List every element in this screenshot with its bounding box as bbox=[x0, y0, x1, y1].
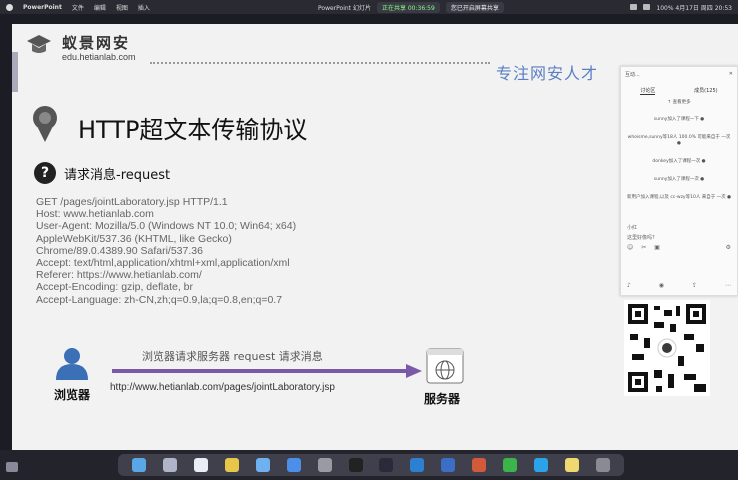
settings-icon[interactable] bbox=[317, 458, 332, 472]
user-icon bbox=[56, 348, 88, 380]
chat-message: sunny加入了课程一下 ● bbox=[653, 117, 705, 122]
mic-icon[interactable]: ♪ bbox=[627, 282, 631, 289]
ppt-icon[interactable] bbox=[472, 458, 487, 472]
view-more-button[interactable]: ↑ 查看更多 bbox=[621, 99, 737, 105]
finder-icon[interactable] bbox=[132, 458, 147, 472]
screen-icon[interactable] bbox=[6, 462, 18, 472]
word-icon[interactable] bbox=[441, 458, 456, 472]
qr-code-icon bbox=[624, 300, 710, 396]
request-line: AppleWebKit/537.36 (KHTML, like Gecko) bbox=[36, 232, 232, 245]
tab-members[interactable]: 成员(125) bbox=[694, 87, 717, 95]
clock-text[interactable]: 100% 4月17日 周四 20:53 bbox=[656, 3, 732, 12]
logo-name: 蚁景网安 bbox=[62, 34, 131, 52]
menu-edit[interactable]: 编辑 bbox=[94, 3, 106, 12]
scissors-icon[interactable]: ✂ bbox=[641, 244, 646, 251]
arrow-right-icon bbox=[112, 364, 422, 378]
request-url: http://www.hetianlab.com/pages/jointLabo… bbox=[110, 382, 335, 393]
launchpad-icon[interactable] bbox=[163, 458, 178, 472]
wechat-icon[interactable] bbox=[502, 458, 517, 472]
menu-insert[interactable]: 插入 bbox=[138, 3, 150, 12]
appstore-icon[interactable] bbox=[286, 458, 301, 472]
chat-panel: 互动... ✕ 讨论区 成员(125) ↑ 查看更多 sunny加入了课程一下 … bbox=[620, 66, 738, 296]
battery-icon[interactable] bbox=[643, 4, 651, 10]
chat-title: 互动... bbox=[625, 71, 640, 78]
chat-message: sunny加入了课程一次 ● bbox=[653, 177, 705, 182]
menu-file[interactable]: 文件 bbox=[72, 3, 84, 12]
poll-label: 小红 bbox=[627, 225, 638, 231]
arrow-caption: 浏览器请求服务器 request 请求消息 bbox=[142, 350, 323, 363]
menu-view[interactable]: 视图 bbox=[116, 3, 128, 12]
browser-label: 浏览器 bbox=[54, 388, 91, 402]
request-line: Accept-Language: zh-CN,zh;q=0.9,la;q=0.8… bbox=[36, 293, 283, 306]
request-message-block: GET /pages/jointLaboratory.jsp HTTP/1.1 … bbox=[36, 196, 296, 306]
request-line: Host: www.hetianlab.com bbox=[36, 208, 154, 221]
wifi-icon[interactable] bbox=[630, 4, 638, 10]
menu-app-name[interactable]: PowerPoint bbox=[23, 4, 62, 11]
music-icon[interactable] bbox=[379, 458, 394, 472]
window-title: PowerPoint 幻灯片 bbox=[318, 4, 371, 12]
question-icon: ? bbox=[34, 162, 56, 184]
accent-bar bbox=[12, 52, 18, 92]
notes-icon[interactable] bbox=[564, 458, 579, 472]
vscode-icon[interactable] bbox=[410, 458, 425, 472]
graduation-cap-icon bbox=[27, 35, 51, 53]
dock bbox=[118, 454, 624, 476]
camera-icon[interactable]: ◉ bbox=[659, 282, 664, 289]
safari-icon[interactable] bbox=[194, 458, 209, 472]
image-icon[interactable]: ▣ bbox=[654, 244, 660, 251]
qq-icon[interactable] bbox=[533, 458, 548, 472]
more-icon[interactable]: ⋯ bbox=[725, 282, 731, 289]
tab-discussion[interactable]: 讨论区 bbox=[640, 87, 656, 95]
request-line: Accept-Encoding: gzip, deflate, br bbox=[36, 281, 194, 294]
mail-icon[interactable] bbox=[255, 458, 270, 472]
request-line: Referer: https://www.hetianlab.com/ bbox=[36, 269, 202, 282]
chat-message: donkey加入了课程一次 ● bbox=[652, 159, 706, 164]
apple-menu-icon[interactable] bbox=[6, 3, 13, 11]
emoji-icon[interactable]: ☺ bbox=[627, 244, 633, 251]
sharing-status[interactable]: 您已开启屏幕共享 bbox=[445, 1, 504, 13]
chrome-icon[interactable] bbox=[225, 458, 240, 472]
request-line: Chrome/89.0.4389.90 Safari/537.36 bbox=[36, 244, 203, 257]
header-divider bbox=[150, 62, 490, 64]
request-line: GET /pages/jointLaboratory.jsp HTTP/1.1 bbox=[36, 196, 228, 208]
poll-question: 这里好像吗? bbox=[627, 235, 655, 241]
chat-message: whoisme,sunny等18人 100.0% 可能来自于 一次 ● bbox=[627, 135, 731, 146]
location-pin-icon bbox=[33, 106, 57, 142]
chat-message: 新用户加入课程,以及 cc-wzy等10人 来自于 一次 ● bbox=[626, 195, 732, 200]
slogan: 专注网安人才 bbox=[496, 64, 599, 83]
slide-title: HTTP超文本传输协议 bbox=[78, 116, 308, 144]
settings-icon[interactable]: ⚙ bbox=[726, 244, 731, 251]
logo-url: edu.hetianlab.com bbox=[62, 52, 136, 62]
server-label: 服务器 bbox=[424, 392, 461, 406]
request-line: User-Agent: Mozilla/5.0 (Windows NT 10.0… bbox=[36, 220, 297, 233]
share-icon[interactable]: ⇪ bbox=[692, 282, 697, 289]
terminal-icon[interactable] bbox=[348, 458, 363, 472]
sharing-timer[interactable]: 正在共享 00:36:59 bbox=[376, 1, 440, 13]
trash-icon[interactable] bbox=[595, 458, 610, 472]
menu-bar: PowerPoint 文件 编辑 视图 插入 PowerPoint 幻灯片 正在… bbox=[0, 0, 738, 14]
request-line: Accept: text/html,application/xhtml+xml,… bbox=[36, 257, 290, 270]
slide-canvas: 蚁景网安 edu.hetianlab.com 专注网安人才 HTTP超文本传输协… bbox=[12, 24, 738, 450]
close-icon[interactable]: ✕ bbox=[729, 71, 733, 77]
server-globe-icon bbox=[426, 348, 464, 384]
slide-subtitle: 请求消息-request bbox=[64, 168, 171, 183]
